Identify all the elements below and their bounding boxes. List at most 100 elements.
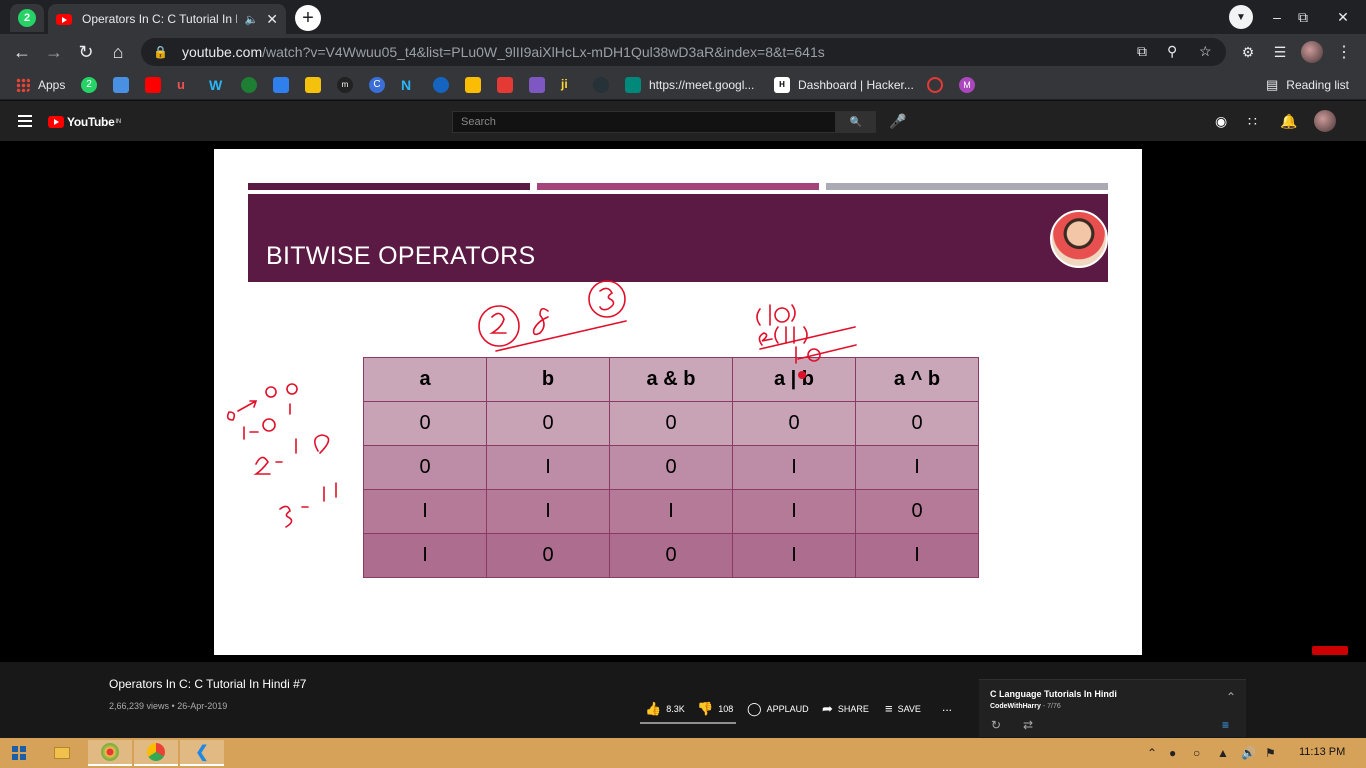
home-icon[interactable]: ⌂ [106,40,130,64]
bookmark-gear[interactable] [433,76,449,94]
calendar-icon [113,77,129,93]
bookmark-apps-label: Apps [38,78,66,92]
bookmark-bird[interactable] [273,76,289,94]
document-icon [465,77,481,93]
wifi-signal-icon[interactable]: ▲ [1217,746,1229,760]
bookmark-youtube[interactable] [145,76,161,94]
microphone-icon[interactable]: 🎤 [889,113,906,130]
bookmark-ji[interactable]: ji [561,76,577,94]
tray-app-icon[interactable]: ● [1169,746,1176,760]
table-cell: 0 [363,401,487,446]
address-bar[interactable]: 🔒 youtube.com /watch?v=V4Wwuu05_t4&list=… [141,38,1226,66]
new-tab-button[interactable]: + [295,5,321,31]
open-in-app-icon[interactable]: ⧉ [1137,43,1147,60]
hamburger-menu-icon[interactable] [18,115,32,127]
bookmark-udemy[interactable]: u [177,76,193,94]
bookmark-hacker[interactable]: H Dashboard | Hacker... [774,76,914,94]
subscribe-watermark[interactable] [1312,646,1348,655]
bookmark-meet[interactable]: https://meet.googl... [625,76,754,94]
vscode-icon[interactable]: ❮ [180,740,224,766]
bookmark-circle[interactable] [241,76,257,94]
youtube-logo-text: YouTube [67,115,115,129]
share-label: SHARE [837,704,869,714]
video-player[interactable]: BITWISE OPERATORS a b a & b a | b a ^ b … [0,141,1366,662]
truth-table: a b a & b a | b a ^ b 0 0 0 0 0 0 I 0 I … [363,357,979,578]
bookmark-box[interactable] [497,76,513,94]
table-cell: I [732,445,856,490]
applaud-button[interactable]: ◯ APPLAUD [747,701,809,717]
bookmark-image[interactable] [305,76,321,94]
save-button[interactable]: ≡ SAVE [885,701,921,716]
header-cell: a ^ b [855,357,979,402]
back-arrow-icon[interactable]: ← [10,40,34,64]
table-cell: I [855,445,979,490]
notifications-bell-icon[interactable]: 🔔 [1280,113,1297,130]
bookmark-w[interactable]: W [209,76,225,94]
bookmark-whatsapp[interactable]: 2 [81,76,97,94]
loop-icon[interactable]: ↻ [991,718,1001,732]
hackerearth-icon: H [774,77,790,93]
account-avatar[interactable] [1314,110,1336,132]
reload-icon[interactable]: ↻ [74,40,98,64]
dislike-button[interactable]: 👎 108 [697,701,733,717]
chevron-up-icon[interactable]: ⌃ [1226,690,1236,704]
search-icon: 🔍 [849,116,863,128]
c-logo-icon: C [369,77,385,93]
bookmark-hacker-label: Dashboard | Hacker... [798,78,914,92]
search-input[interactable]: Search [452,111,836,133]
browser-menu-icon[interactable]: ⋮ [1332,40,1356,64]
table-cell: I [609,489,733,534]
like-button[interactable]: 👍 8.3K [645,701,685,717]
bookmark-swirl[interactable] [927,76,943,94]
udemy-icon: u [177,77,185,92]
file-explorer-icon[interactable] [40,740,84,766]
bookmark-m[interactable]: m [337,76,353,94]
more-actions-icon[interactable]: ... [942,700,952,714]
reading-list-icon: ▤ [1266,77,1279,92]
lock-icon[interactable]: 🔒 [153,45,168,59]
bookmark-calendar[interactable] [113,76,129,94]
reading-list-button[interactable]: ▤ Reading list [1266,76,1349,94]
table-cell: 0 [855,489,979,534]
volume-icon[interactable]: 🔊 [1241,746,1256,760]
tray-chevron-up-icon[interactable]: ⌃ [1147,746,1157,760]
bookmark-n[interactable]: N [401,76,417,94]
paint-app-icon[interactable] [88,740,132,766]
tray-network-app-icon[interactable]: ○ [1193,746,1200,760]
bookmark-m-purple[interactable]: M [959,76,975,94]
speaker-icon[interactable]: 🔈 [245,13,259,26]
windows-start-icon[interactable] [12,746,26,760]
zoom-icon[interactable]: ⚲ [1167,43,1177,60]
url-path: /watch?v=V4Wwuu05_t4&list=PLu0W_9lII9aiX… [262,44,825,60]
ji-logo-icon: ji [561,77,568,91]
media-control-icon[interactable]: ☰ [1268,40,1292,64]
youtube-favicon-icon [56,13,72,25]
window-close-button[interactable]: ✕ [1320,0,1366,34]
youtube-logo[interactable]: YouTube IN [48,115,121,129]
forward-arrow-icon[interactable]: → [42,40,66,64]
search-button[interactable]: 🔍 [836,111,876,133]
bookmark-play[interactable] [593,76,609,94]
chrome-icon[interactable] [134,740,178,766]
bookmark-star-icon[interactable]: ☆ [1199,43,1212,60]
create-video-icon[interactable]: ◉ [1215,113,1227,130]
action-center-flag-icon[interactable]: ⚑ [1265,746,1276,760]
system-clock[interactable]: 11:13 PM [1299,746,1345,758]
share-button[interactable]: ➦ SHARE [822,701,869,717]
bookmark-apps[interactable]: Apps [16,76,65,94]
playlist-queue-icon[interactable]: ≡ [1222,718,1229,732]
bookmark-doc[interactable] [465,76,481,94]
tab-youtube-active[interactable]: Operators In C: C Tutorial In Hindi #7 🔈… [48,4,286,34]
tab-close-button[interactable]: ✕ [266,11,278,28]
extensions-puzzle-icon[interactable]: ⚙ [1236,40,1260,64]
apps-grid-icon[interactable]: ∷ [1248,113,1257,130]
profile-avatar[interactable] [1300,40,1324,64]
image-icon [305,77,321,93]
playlist-panel[interactable]: C Language Tutorials In Hindi CodeWithHa… [979,679,1246,737]
tab-search-dropdown-icon[interactable]: ▼ [1229,5,1253,29]
shuffle-icon[interactable]: ⇄ [1023,718,1033,732]
bookmark-bolt[interactable] [529,76,545,94]
tab-whatsapp[interactable]: 2 [10,4,44,32]
bookmark-c[interactable]: C [369,76,385,94]
table-cell: 0 [486,401,610,446]
